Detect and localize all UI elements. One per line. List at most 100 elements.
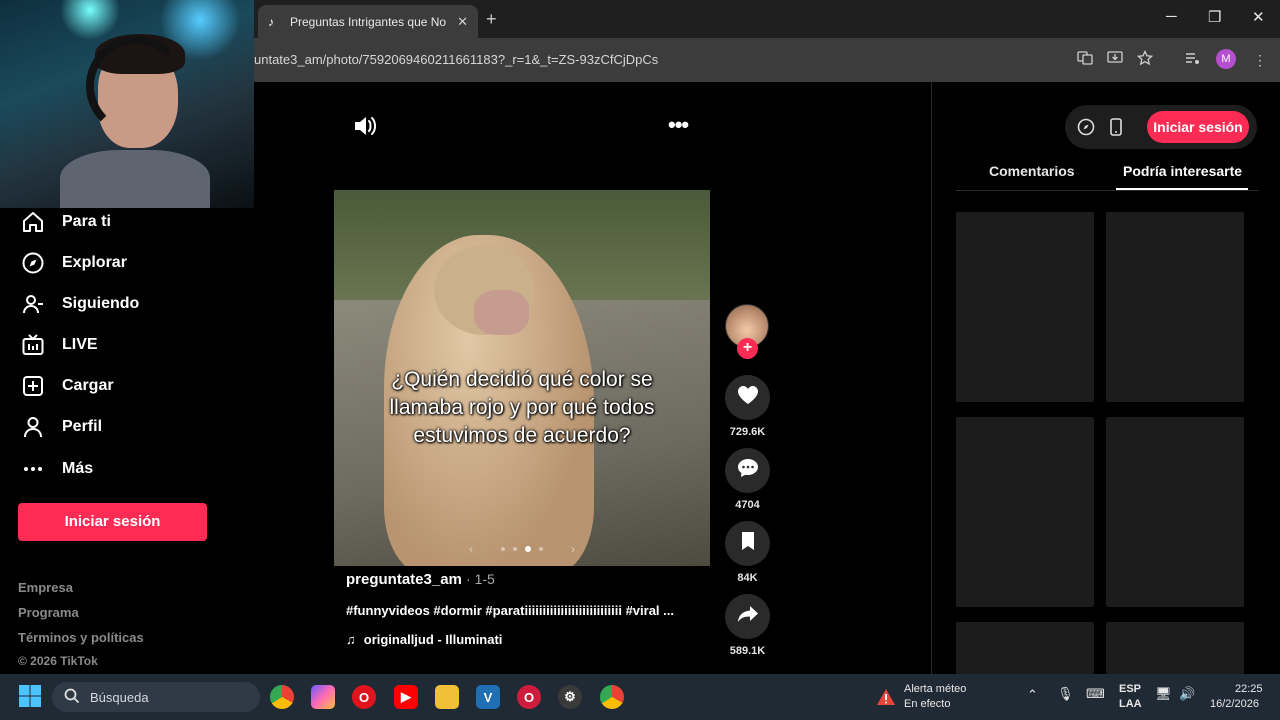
suggested-video-thumbnail[interactable] [1106, 622, 1244, 674]
language-code[interactable]: ESP [1119, 683, 1141, 695]
chrome-taskbar-icon[interactable] [270, 685, 294, 709]
kebab-menu-icon[interactable]: ⋮ [1250, 50, 1270, 70]
post-image[interactable]: ¿Quién decidió qué color se llamaba rojo… [334, 190, 710, 566]
footer-link-empresa[interactable]: Empresa [18, 580, 73, 595]
suggested-video-thumbnail[interactable] [1106, 417, 1244, 607]
heart-icon [737, 385, 759, 410]
home-icon [18, 207, 48, 237]
caption-line: estuvimos de acuerdo? [413, 424, 631, 447]
sidebar-item-label: Para ti [62, 213, 111, 230]
post-options-icon[interactable]: ••• [668, 114, 689, 136]
tab-close-icon[interactable]: ✕ [457, 14, 468, 30]
opera-gx-taskbar-icon[interactable]: O [517, 685, 541, 709]
panel-divider [931, 82, 932, 676]
sidebar-item-para-ti[interactable]: Para ti [18, 204, 228, 240]
tab-comments[interactable]: Comentarios [989, 163, 1075, 179]
footer-link-programa[interactable]: Programa [18, 605, 79, 620]
follow-plus-button[interactable]: + [737, 338, 758, 359]
caption-line: llamaba rojo y por qué todos [389, 396, 655, 419]
suggested-video-thumbnail[interactable] [956, 622, 1094, 674]
comment-button[interactable] [725, 448, 770, 493]
close-window-button[interactable]: ✕ [1252, 8, 1265, 26]
sidebar-login-button[interactable]: Iniciar sesión [18, 503, 207, 541]
footer-copyright: © 2026 TikTok [18, 654, 98, 668]
comment-icon [737, 458, 759, 483]
like-count: 729.6K [729, 426, 766, 438]
sidebar-item-mas[interactable]: Más [18, 451, 228, 487]
author-username[interactable]: preguntate3_am [346, 571, 462, 588]
compass-icon [18, 248, 48, 278]
keyboard-layout-code[interactable]: LAA [1119, 698, 1142, 710]
url-field[interactable]: untate3_am/photo/7592069460211661183?_r=… [254, 52, 658, 67]
save-count: 84K [737, 572, 758, 584]
sidebar-item-explorar[interactable]: Explorar [18, 245, 228, 281]
opera-taskbar-icon[interactable]: O [352, 685, 376, 709]
sidebar-item-cargar[interactable]: Cargar [18, 368, 228, 404]
profile-icon [18, 412, 48, 442]
slide-prev-button[interactable]: ‹ [469, 542, 473, 556]
maximize-button[interactable]: ❐ [1208, 8, 1221, 26]
tab-underline [956, 190, 1259, 191]
screen: ♪ Preguntas Intrigantes que No T ✕ + ─ ❐… [0, 0, 1280, 720]
app-taskbar-icon[interactable]: ⚙ [558, 685, 582, 709]
windows-start-icon[interactable] [18, 684, 42, 713]
header-login-button[interactable]: Iniciar sesión [1147, 111, 1249, 143]
explore-compass-icon[interactable] [1075, 116, 1097, 138]
weather-alert-title[interactable]: Alerta méteo [904, 683, 966, 695]
volume-icon[interactable] [353, 115, 377, 142]
profile-avatar[interactable]: M [1216, 49, 1236, 69]
file-explorer-taskbar-icon[interactable] [435, 685, 459, 709]
volume-tray-icon[interactable]: 🔊 [1179, 686, 1195, 702]
new-tab-button[interactable]: + [486, 9, 497, 30]
media-control-icon[interactable] [1182, 50, 1202, 70]
music-note-icon: ♫ [346, 632, 356, 647]
post-hashtags[interactable]: #funnyvideos #dormir #paratiiiiiiiiiiiii… [346, 603, 674, 618]
search-placeholder: Búsqueda [90, 689, 149, 705]
sidebar-item-label: Más [62, 460, 94, 477]
music-title[interactable]: originalljud - Illuminati [364, 632, 503, 647]
sidebar-item-live[interactable]: LIVE [18, 327, 228, 363]
suggested-video-thumbnail[interactable] [956, 212, 1094, 402]
chrome-profile-taskbar-icon[interactable] [600, 685, 624, 709]
network-icon[interactable]: 🖥 [1155, 686, 1172, 702]
weather-alert-icon[interactable] [876, 688, 896, 711]
save-button[interactable] [725, 521, 770, 566]
post-music[interactable]: ♫ originalljud - Illuminati [346, 632, 502, 647]
youtube-taskbar-icon[interactable]: ▶ [394, 685, 418, 709]
suggested-video-thumbnail[interactable] [1106, 212, 1244, 402]
footer-link-terms[interactable]: Términos y políticas [18, 630, 144, 645]
taskbar-search[interactable]: Búsqueda [52, 682, 260, 712]
upload-icon [18, 371, 48, 401]
mobile-device-icon[interactable] [1105, 116, 1127, 138]
post-image-caption: ¿Quién decidió qué color se llamaba rojo… [334, 366, 710, 450]
search-icon [64, 688, 80, 707]
copilot-taskbar-icon[interactable] [311, 685, 335, 709]
install-app-icon[interactable] [1105, 50, 1125, 70]
suggested-video-thumbnail[interactable] [956, 417, 1094, 607]
sidebar-item-siguiendo[interactable]: Siguiendo [18, 286, 228, 322]
sidebar-item-perfil[interactable]: Perfil [18, 409, 228, 445]
clock-time[interactable]: 22:25 [1235, 683, 1263, 695]
like-button[interactable] [725, 375, 770, 420]
live-tv-icon [18, 330, 48, 360]
vegas-taskbar-icon[interactable]: V [476, 685, 500, 709]
slide-next-button[interactable]: › [571, 542, 575, 556]
minimize-button[interactable]: ─ [1166, 8, 1177, 25]
tray-expand-icon[interactable]: ⌃ [1027, 687, 1038, 703]
sidebar-item-label: LIVE [62, 336, 98, 353]
tab-suggested[interactable]: Podría interesarte [1123, 163, 1242, 179]
browser-tab-active[interactable]: ♪ Preguntas Intrigantes que No T ✕ [258, 5, 478, 38]
keyboard-icon[interactable]: ⌨ [1086, 686, 1105, 702]
webcam-overlay [0, 0, 254, 208]
microphone-icon[interactable]: 🎙 [1057, 686, 1074, 702]
sidebar-item-label: Siguiendo [62, 295, 140, 312]
tiktok-favicon-icon: ♪ [268, 14, 274, 29]
translate-icon[interactable] [1075, 50, 1095, 70]
post-author[interactable]: preguntate3_am · 1-5 [346, 571, 495, 588]
sidebar-item-label: Perfil [62, 418, 103, 435]
share-button[interactable] [725, 594, 770, 639]
sidebar-item-label: Cargar [62, 377, 114, 394]
clock-date[interactable]: 16/2/2026 [1210, 698, 1259, 710]
caption-line: ¿Quién decidió qué color se [391, 368, 653, 391]
bookmark-star-icon[interactable] [1135, 49, 1155, 70]
